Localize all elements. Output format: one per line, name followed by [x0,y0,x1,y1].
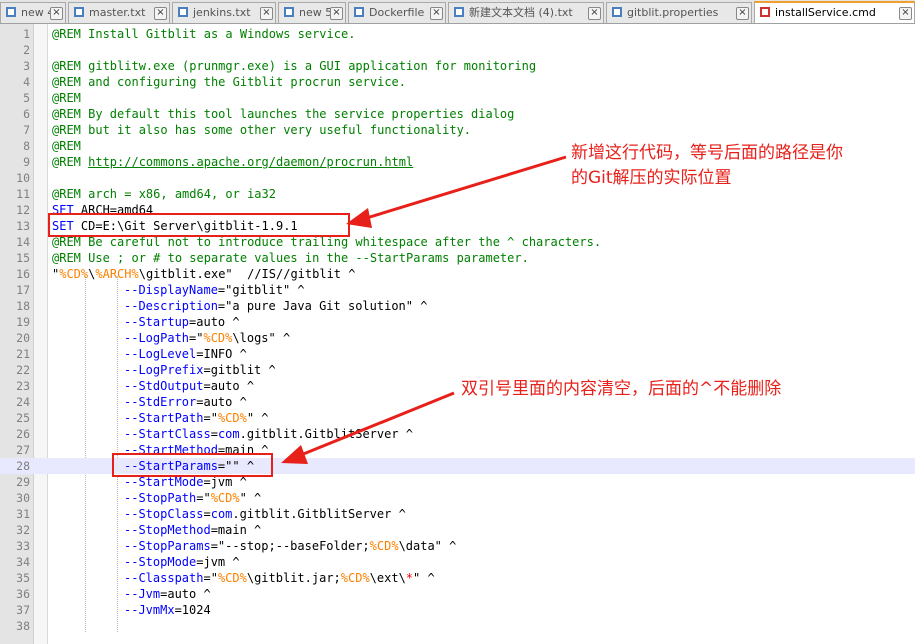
annotation-arrows [281,155,567,464]
arrow-icon [281,391,455,464]
arrow-icon [346,155,567,228]
